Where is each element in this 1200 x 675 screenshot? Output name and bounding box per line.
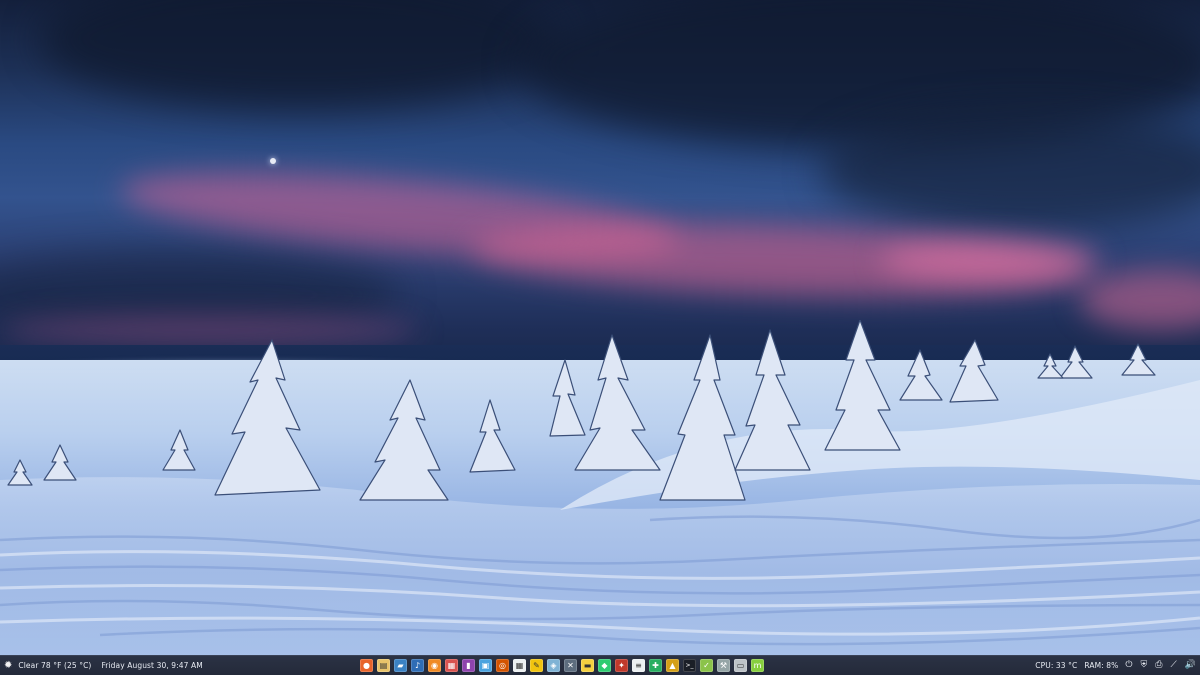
firefox-launcher[interactable]: ● xyxy=(360,659,373,672)
desktop-wallpaper xyxy=(0,0,1200,655)
weather-text[interactable]: Clear 78 °F (25 °C) xyxy=(18,661,91,670)
settings-launcher[interactable]: ⚒ xyxy=(717,659,730,672)
volume-icon[interactable]: 🔊 xyxy=(1185,661,1196,670)
terminal-launcher[interactable]: >_ xyxy=(683,659,696,672)
document-icon: ≡ xyxy=(635,660,642,670)
archive-icon: ▲ xyxy=(669,660,676,670)
tray-icons: ⏻ ⛨ ⎙ ⟋ 🔊 xyxy=(1125,661,1196,670)
maps-launcher[interactable]: ◈ xyxy=(547,659,560,672)
network-tray-icon[interactable]: ⟋ xyxy=(1170,661,1176,670)
tasks-launcher[interactable]: ✓ xyxy=(700,659,713,672)
photos-icon: ▦ xyxy=(447,660,456,670)
files-launcher[interactable]: ▰ xyxy=(394,659,407,672)
sticky-launcher[interactable]: ▬ xyxy=(581,659,594,672)
printer-icon[interactable]: ⎙ xyxy=(1155,661,1162,670)
image-icon: ▣ xyxy=(481,660,490,670)
calculator-launcher[interactable]: ▦ xyxy=(513,659,526,672)
notes-icon: ▤ xyxy=(379,660,388,670)
system-tray: CPU: 33 °C RAM: 8% ⏻ ⛨ ⎙ ⟋ 🔊 xyxy=(1035,656,1196,675)
mint-icon: m xyxy=(753,660,762,670)
map-icon: ◈ xyxy=(550,660,557,670)
video-launcher[interactable]: ▮ xyxy=(462,659,475,672)
rss-icon: ◉ xyxy=(431,660,438,670)
disk-icon: ▭ xyxy=(736,660,745,670)
notes-launcher[interactable]: ▤ xyxy=(377,659,390,672)
taskbar-left: ✹ Clear 78 °F (25 °C) Friday August 30, … xyxy=(4,656,203,675)
archive-launcher[interactable]: ▲ xyxy=(666,659,679,672)
writer-launcher[interactable]: ≡ xyxy=(632,659,645,672)
editor-launcher[interactable]: ✎ xyxy=(530,659,543,672)
wrench-icon: ⚒ xyxy=(719,660,728,670)
game-icon: ◆ xyxy=(601,660,608,670)
sticky-note-icon: ▬ xyxy=(583,660,592,670)
video-icon: ▮ xyxy=(466,660,471,670)
ram-usage[interactable]: RAM: 8% xyxy=(1084,661,1118,670)
paint-icon: ✦ xyxy=(618,660,625,670)
moon xyxy=(270,158,276,164)
taskbar: ✹ Clear 78 °F (25 °C) Friday August 30, … xyxy=(0,655,1200,675)
tools-launcher[interactable]: ✚ xyxy=(649,659,662,672)
cpu-temp[interactable]: CPU: 33 °C xyxy=(1035,661,1077,670)
photos-launcher[interactable]: ▦ xyxy=(445,659,458,672)
image-viewer-launcher[interactable]: ▣ xyxy=(479,659,492,672)
paint-launcher[interactable]: ✦ xyxy=(615,659,628,672)
checkmark-icon: ✓ xyxy=(703,660,710,670)
mint-launcher[interactable]: m xyxy=(751,659,764,672)
tools-icon: ✚ xyxy=(652,660,659,670)
sun-icon[interactable]: ✹ xyxy=(4,660,12,671)
pencil-icon: ✎ xyxy=(533,660,540,670)
pink-cloud-band xyxy=(880,240,1100,280)
frosted-trees xyxy=(7,320,1156,501)
eye-launcher[interactable]: ◎ xyxy=(496,659,509,672)
launcher-panel: ● ▤ ▰ ♪ ◉ ▦ ▮ ▣ ◎ ▦ ✎ ◈ ✕ ▬ ◆ ✦ ≡ ✚ ▲ >_ ✓ ⚒ ▭ m xyxy=(360,656,764,675)
power-icon[interactable]: ⏻ xyxy=(1125,661,1132,670)
disk-launcher[interactable]: ▭ xyxy=(734,659,747,672)
music-launcher[interactable]: ♪ xyxy=(411,659,424,672)
clock-text[interactable]: Friday August 30, 9:47 AM xyxy=(101,661,202,670)
shield-icon[interactable]: ⛨ xyxy=(1141,661,1148,670)
eye-icon: ◎ xyxy=(499,660,506,670)
calculator-icon: ▦ xyxy=(515,660,524,670)
network-launcher[interactable]: ✕ xyxy=(564,659,577,672)
music-icon: ♪ xyxy=(414,660,421,670)
rss-launcher[interactable]: ◉ xyxy=(428,659,441,672)
terminal-icon: >_ xyxy=(685,661,694,669)
folder-icon: ▰ xyxy=(397,660,404,670)
game-launcher[interactable]: ◆ xyxy=(598,659,611,672)
network-icon: ✕ xyxy=(567,660,574,670)
firefox-icon: ● xyxy=(363,660,370,670)
